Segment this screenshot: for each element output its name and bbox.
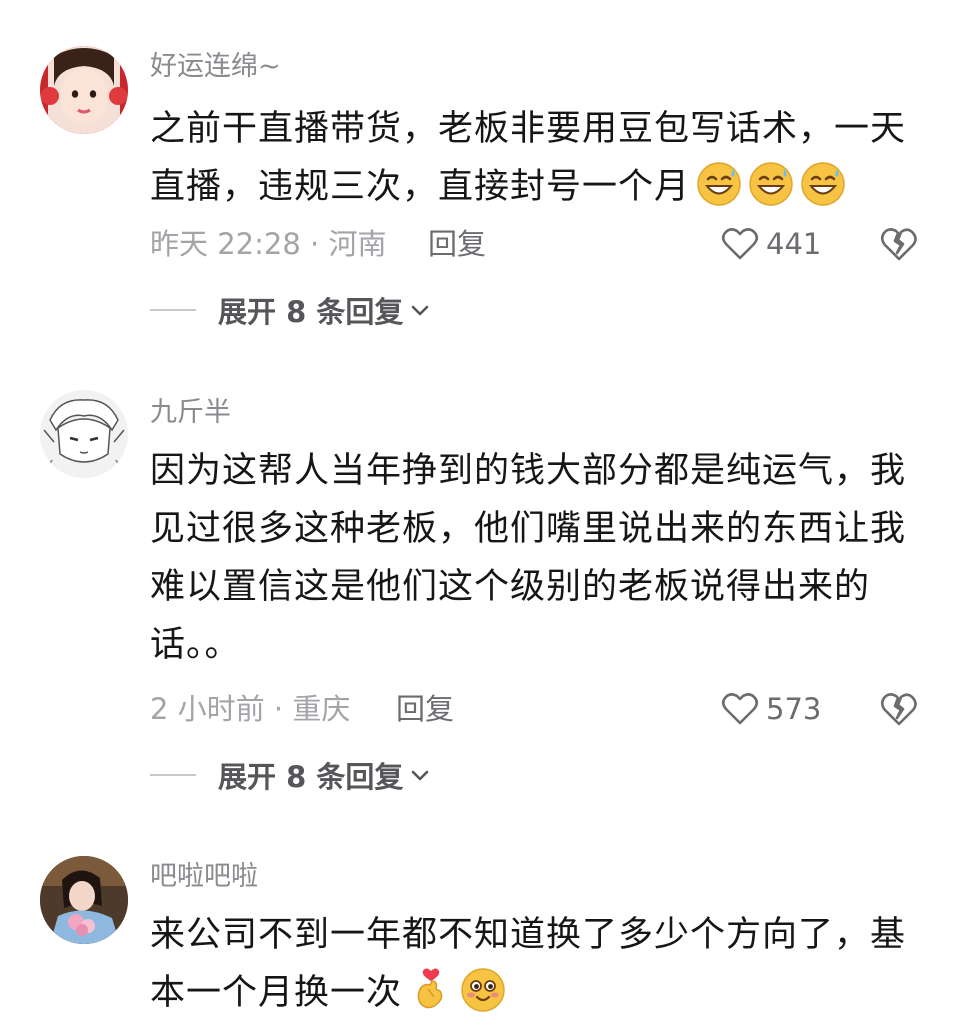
- finger-heart-emoji: [408, 967, 454, 1013]
- broken-heart-icon[interactable]: [878, 688, 920, 730]
- comment-text: 因为这帮人当年挣到的钱大部分都是纯运气，我 见过很多这种老板，他们嘴里说出来的东…: [150, 442, 920, 674]
- broken-heart-icon[interactable]: [878, 223, 920, 265]
- comment-line: 因为这帮人当年挣到的钱大部分都是纯运气，我: [150, 451, 907, 491]
- chevron-down-icon: [412, 305, 429, 316]
- expand-replies-label: 展开 8 条回复: [218, 760, 404, 794]
- reply-button[interactable]: 回复: [396, 689, 454, 729]
- comment-meta: 2 小时前 · 重庆: [150, 692, 351, 726]
- comment-text: 来公司不到一年都不知道换了多少个方向了，基 本一个月换一次: [150, 906, 920, 1022]
- avatar[interactable]: [40, 390, 128, 478]
- expand-replies-label: 展开 8 条回复: [218, 295, 404, 329]
- comment-line: 见过很多这种老板，他们嘴里说出来的东西让我: [150, 509, 907, 549]
- expand-replies-button[interactable]: 展开 8 条回复: [150, 755, 431, 795]
- heart-icon: [721, 228, 759, 260]
- grinning-sweat-emoji: [748, 161, 794, 207]
- username[interactable]: 九斤半: [150, 396, 231, 430]
- comment-line: 话。。: [150, 625, 241, 665]
- comment-meta: 昨天 22:28 · 河南: [150, 227, 387, 261]
- expand-replies-button[interactable]: 展开 8 条回复: [150, 290, 431, 330]
- reply-button[interactable]: 回复: [428, 224, 486, 264]
- comment-line: 本一个月换一次: [150, 964, 920, 1022]
- comment-line-text: 本一个月换一次: [150, 973, 403, 1013]
- avatar[interactable]: [40, 46, 128, 134]
- like-count: 441: [766, 227, 822, 261]
- heart-icon: [721, 693, 759, 725]
- like-button[interactable]: 441: [720, 222, 821, 266]
- like-button[interactable]: 573: [720, 687, 821, 731]
- comment-line: 来公司不到一年都不知道换了多少个方向了，基: [150, 915, 907, 955]
- blushing-smile-emoji: [460, 967, 506, 1013]
- username[interactable]: 吧啦吧啦: [150, 860, 258, 894]
- comment-line: 直播，违规三次，直接封号一个月: [150, 158, 920, 216]
- comment-line: 之前干直播带货，老板非要用豆包写话术，一天: [150, 109, 907, 149]
- username[interactable]: 好运连绵~: [150, 50, 281, 84]
- divider: [150, 309, 196, 311]
- grinning-sweat-emoji: [696, 161, 742, 207]
- comment-line: 难以置信这是他们这个级别的老板说得出来的: [150, 567, 871, 607]
- avatar[interactable]: [40, 856, 128, 944]
- divider: [150, 774, 196, 776]
- comment-line-text: 直播，违规三次，直接封号一个月: [150, 167, 691, 207]
- comment-text: 之前干直播带货，老板非要用豆包写话术，一天 直播，违规三次，直接封号一个月: [150, 100, 920, 216]
- grinning-sweat-emoji: [800, 161, 846, 207]
- chevron-down-icon: [412, 770, 429, 781]
- like-count: 573: [766, 692, 822, 726]
